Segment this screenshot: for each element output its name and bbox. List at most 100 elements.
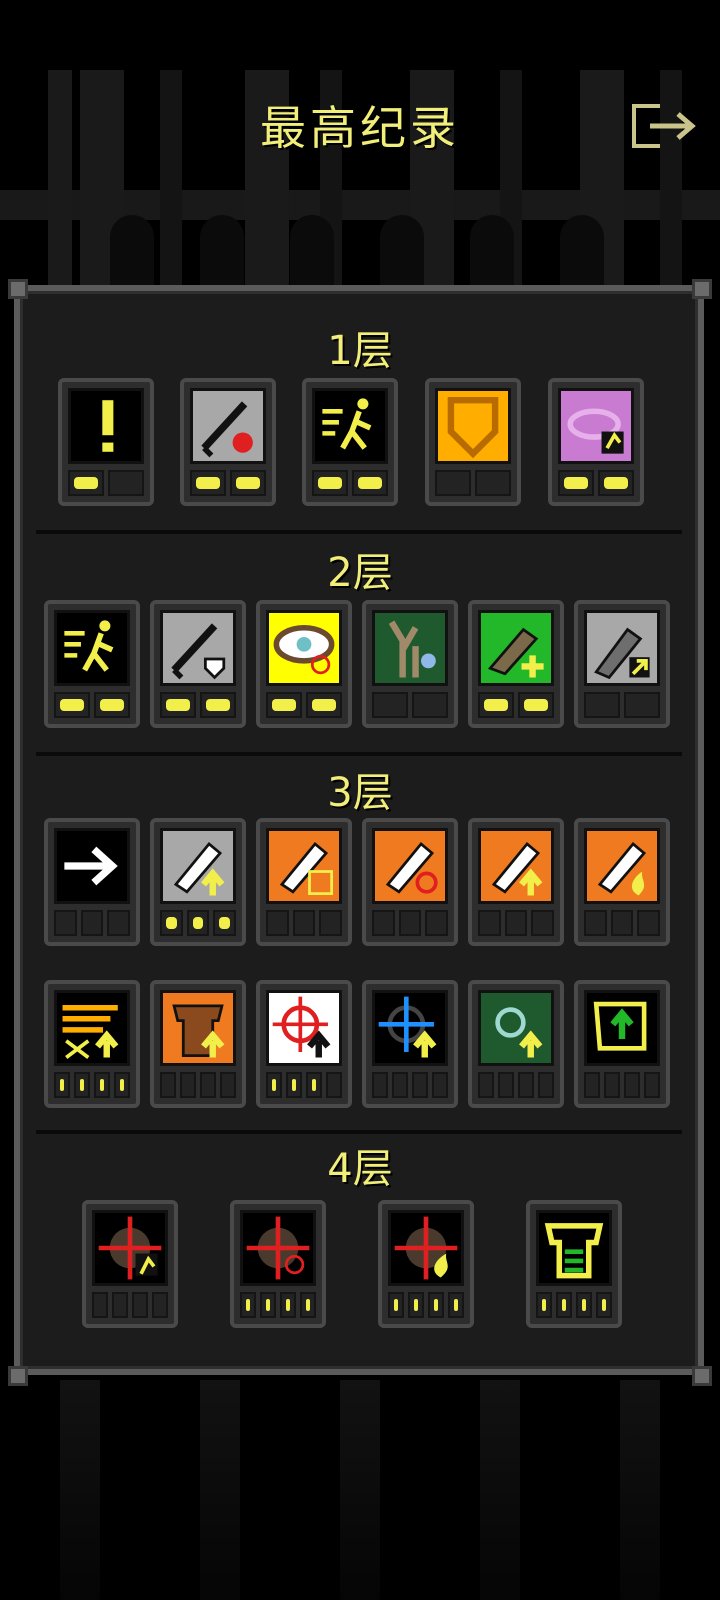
pip-empty [475,470,511,496]
pip-earned [286,1072,302,1098]
badge-tier-1-1[interactable] [58,378,154,506]
badge-tier-2-5[interactable] [468,600,564,728]
badge-tier-3-9[interactable] [256,980,352,1108]
badge-tier-3-11[interactable] [468,980,564,1108]
badge-pips [312,470,388,496]
badge-face [388,1210,464,1286]
badge-pips [478,692,554,718]
badge-tier-4-4[interactable] [526,1200,622,1328]
pip-empty [478,1072,494,1098]
badge-tier-3-12[interactable] [574,980,670,1108]
background-arch [560,215,604,285]
badge-tier-4-2[interactable] [230,1200,326,1328]
pip-earned [306,692,342,718]
badge-tier-3-7[interactable] [44,980,140,1108]
dash-icon [64,620,114,672]
scroll-up-icon [491,841,543,896]
wand-arrow-icon [594,627,650,680]
eye-runner-icon [567,408,624,454]
pip-earned [68,470,104,496]
target-flame-icon [394,1216,458,1280]
badge-pips [54,1072,130,1098]
pip-earned [230,470,266,496]
target-runner-icon [98,1216,162,1280]
pip-empty [624,1072,640,1098]
badge-pips [372,910,449,936]
exit-button[interactable] [630,100,702,152]
badge-tier-3-6[interactable] [574,818,670,946]
shield-icon [447,396,499,459]
crosshair-up-icon [272,996,331,1058]
pip-earned [556,1292,572,1318]
pip-earned [408,1292,424,1318]
badge-tier-2-2[interactable] [150,600,246,728]
badge-tier-3-3[interactable] [256,818,352,946]
badge-tier-2-1[interactable] [44,600,140,728]
blue-crosshair-up-icon [378,996,437,1058]
badge-face [478,990,554,1066]
pip-empty [644,1072,660,1098]
badge-face [266,610,342,686]
badge-tier-2-4[interactable] [362,600,458,728]
badge-pips [92,1292,168,1318]
badge-tier-2-3[interactable] [256,600,352,728]
badge-face [372,828,448,904]
pip-earned [576,1292,592,1318]
pip-empty [92,1292,108,1318]
badge-tier-3-1[interactable] [44,818,140,946]
pip-earned [598,470,634,496]
pip-empty [107,910,131,936]
badge-tier-1-5[interactable] [548,378,644,506]
badge-face [190,388,266,464]
pip-empty [266,910,289,936]
badge-pips [190,470,266,496]
badge-face [266,828,342,904]
badge-tier-1-2[interactable] [180,378,276,506]
scroll-swap-icon [279,841,334,896]
badge-pips [584,1072,660,1098]
badge-pips [584,692,660,718]
background-pillar [620,1380,660,1600]
badge-tier-3-10[interactable] [362,980,458,1108]
pip-earned [190,470,226,496]
pip-earned [94,1072,110,1098]
badge-face [536,1210,612,1286]
dash-icon [322,398,372,450]
exclamation-icon [102,400,114,452]
pip-empty [319,910,343,936]
panel-corner [8,279,28,299]
badge-pips [54,910,131,936]
badge-tier-2-6[interactable] [574,600,670,728]
panel-corner [692,1366,712,1386]
pip-earned [260,1292,276,1318]
pip-earned [478,692,514,718]
speed-up-icon [62,1004,119,1059]
badge-pips [584,910,661,936]
badge-tier-3-2[interactable] [150,818,246,946]
badge-tier-3-8[interactable] [150,980,246,1108]
pip-empty [412,692,448,718]
badge-tier-1-3[interactable] [302,378,398,506]
panel-corner [8,1366,28,1386]
background-arch [470,215,514,285]
pip-empty [108,470,144,496]
badge-tier-3-4[interactable] [362,818,458,946]
badge-tier-1-4[interactable] [425,378,521,506]
badge-pips [558,470,634,496]
badge-tier-4-3[interactable] [378,1200,474,1328]
tunic-icon [544,1223,604,1279]
badge-face [160,610,236,686]
pip-earned [266,692,302,718]
pip-earned [74,1072,90,1098]
target-crosshair-icon [246,1216,310,1280]
pip-empty [132,1292,148,1318]
pip-empty [372,910,395,936]
pip-empty [584,692,620,718]
pip-earned [266,1072,282,1098]
pip-earned [596,1292,612,1318]
badge-tier-3-5[interactable] [468,818,564,946]
badge-tier-4-1[interactable] [82,1200,178,1328]
background-arch [200,215,244,285]
background-arch [110,215,154,285]
pip-earned [160,910,183,936]
